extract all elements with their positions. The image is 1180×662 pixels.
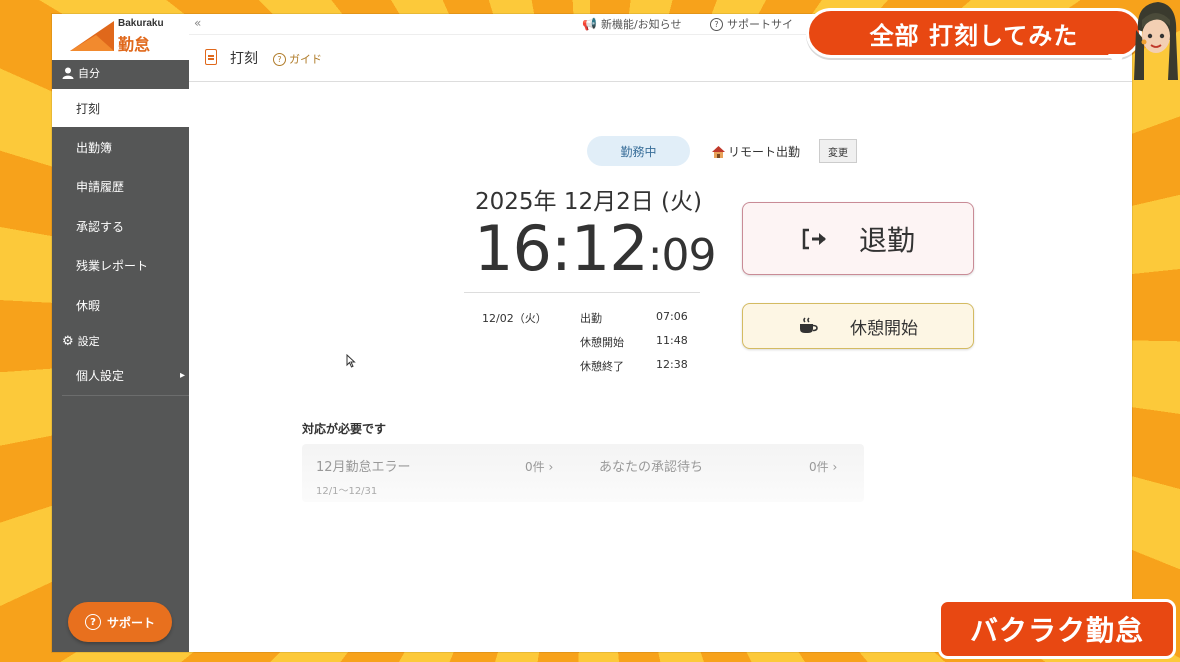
sidebar-item-leave[interactable]: 休暇 <box>52 286 189 324</box>
help-circle-icon: ? <box>710 17 723 31</box>
support-site-link[interactable]: ? サポートサイ <box>710 16 793 32</box>
remote-work-label: リモート出勤 <box>728 145 801 159</box>
logo[interactable]: Bakuraku 勤怠 <box>52 14 189 60</box>
sidebar-section-label: 設定 <box>77 335 100 348</box>
current-time-seconds: :09 <box>647 230 717 281</box>
user-icon <box>62 67 74 79</box>
sidebar-item-label: 申請履歴 <box>76 179 125 194</box>
logo-text-jp: 勤怠 <box>118 35 151 54</box>
pending-approval-count: 0件 › <box>809 460 838 474</box>
news-link-label: 新機能/お知らせ <box>600 18 682 31</box>
action-required-title: 対応が必要です <box>302 422 387 436</box>
sidebar-item-label: 休暇 <box>76 298 101 313</box>
sidebar-item-punch[interactable]: 打刻 <box>52 89 189 127</box>
punch-log-time: 07:06 <box>656 310 688 323</box>
house-icon <box>712 145 725 158</box>
help-icon: ? <box>273 52 286 66</box>
attendance-error-count: 0件 › <box>525 460 554 474</box>
current-time: 16:12:09 <box>474 212 716 285</box>
news-link[interactable]: 📢 新機能/お知らせ <box>582 16 681 32</box>
video-title-banner: 全部 打刻してみた <box>806 8 1142 58</box>
sidebar-item-label: 個人設定 <box>76 368 125 383</box>
work-status-badge: 勤務中 <box>587 136 690 166</box>
gear-icon: ⚙ <box>62 333 74 349</box>
video-subtitle-banner: バクラク勤怠 <box>938 599 1176 659</box>
punch-log-date: 12/02（火） <box>482 312 547 325</box>
break-start-button[interactable]: 休憩開始 <box>742 303 974 349</box>
logout-icon <box>802 228 826 249</box>
break-start-label: 休憩開始 <box>850 318 918 339</box>
guide-link[interactable]: ? ガイド <box>273 51 322 67</box>
punch-log-label: 休憩開始 <box>580 336 624 349</box>
clock-out-label: 退勤 <box>858 223 915 257</box>
sidebar-item-label: 承認する <box>76 219 125 234</box>
sidebar-section-label: 自分 <box>78 67 100 80</box>
divider <box>464 292 700 293</box>
chevron-right-icon: ▸ <box>179 369 185 381</box>
sidebar-item-personal-settings[interactable]: 個人設定 ▸ <box>52 356 189 394</box>
avatar-character-icon <box>1134 2 1178 80</box>
megaphone-icon: 📢 <box>582 17 597 31</box>
sidebar-item-overtime-report[interactable]: 残業レポート <box>52 246 189 284</box>
speech-bubble-tail <box>1108 54 1124 68</box>
support-button[interactable]: ? サポート <box>68 602 172 642</box>
remote-work-indicator: リモート出勤 <box>712 143 800 160</box>
current-time-hm: 16:12 <box>474 212 649 285</box>
sidebar-item-approve[interactable]: 承認する <box>52 207 189 245</box>
help-icon: ? <box>84 614 101 630</box>
punch-log-label: 休憩終了 <box>580 360 624 373</box>
clock-out-button[interactable]: 退勤 <box>742 202 974 275</box>
sidebar-section-self: 自分 <box>52 60 189 86</box>
page-title: 打刻 <box>230 51 258 67</box>
attendance-error-period: 12/1〜12/31 <box>316 486 378 497</box>
action-required-card: 12月勤怠エラー 0件 › 12/1〜12/31 あなたの承認待ち 0件 › <box>302 444 864 502</box>
attendance-error-label: 12月勤怠エラー <box>316 460 411 475</box>
coffee-cup-icon <box>800 317 818 333</box>
punch-log-time: 11:48 <box>656 334 688 347</box>
sidebar-divider <box>62 395 189 396</box>
app-window: Bakuraku 勤怠 自分 打刻 出勤簿 申請履歴 承認する 残業レポート 休… <box>52 14 1132 652</box>
change-work-style-button[interactable]: 変更 <box>819 139 857 163</box>
punch-log-label: 出勤 <box>580 312 602 325</box>
pending-approval-label: あなたの承認待ち <box>599 460 704 475</box>
document-icon <box>205 49 217 65</box>
logo-mark-icon <box>70 21 114 51</box>
sidebar-item-attendance-book[interactable]: 出勤簿 <box>52 128 189 166</box>
punch-log-time: 12:38 <box>656 358 688 371</box>
logo-text-en: Bakuraku <box>118 18 164 29</box>
sidebar-item-request-history[interactable]: 申請履歴 <box>52 167 189 205</box>
support-button-label: サポート <box>106 615 155 630</box>
collapse-sidebar-icon[interactable]: « <box>194 16 201 30</box>
sidebar-section-settings: ⚙ 設定 <box>52 328 189 354</box>
sidebar-item-label: 出勤簿 <box>76 140 113 155</box>
mouse-cursor-icon <box>346 354 356 368</box>
sidebar-item-label: 打刻 <box>76 101 101 116</box>
current-date: 2025年 12月2日 (火) <box>475 189 703 215</box>
support-site-label: サポートサイ <box>727 18 793 31</box>
guide-label: ガイド <box>289 53 322 66</box>
sidebar-item-label: 残業レポート <box>76 258 149 273</box>
sidebar: Bakuraku 勤怠 自分 打刻 出勤簿 申請履歴 承認する 残業レポート 休… <box>52 14 189 652</box>
